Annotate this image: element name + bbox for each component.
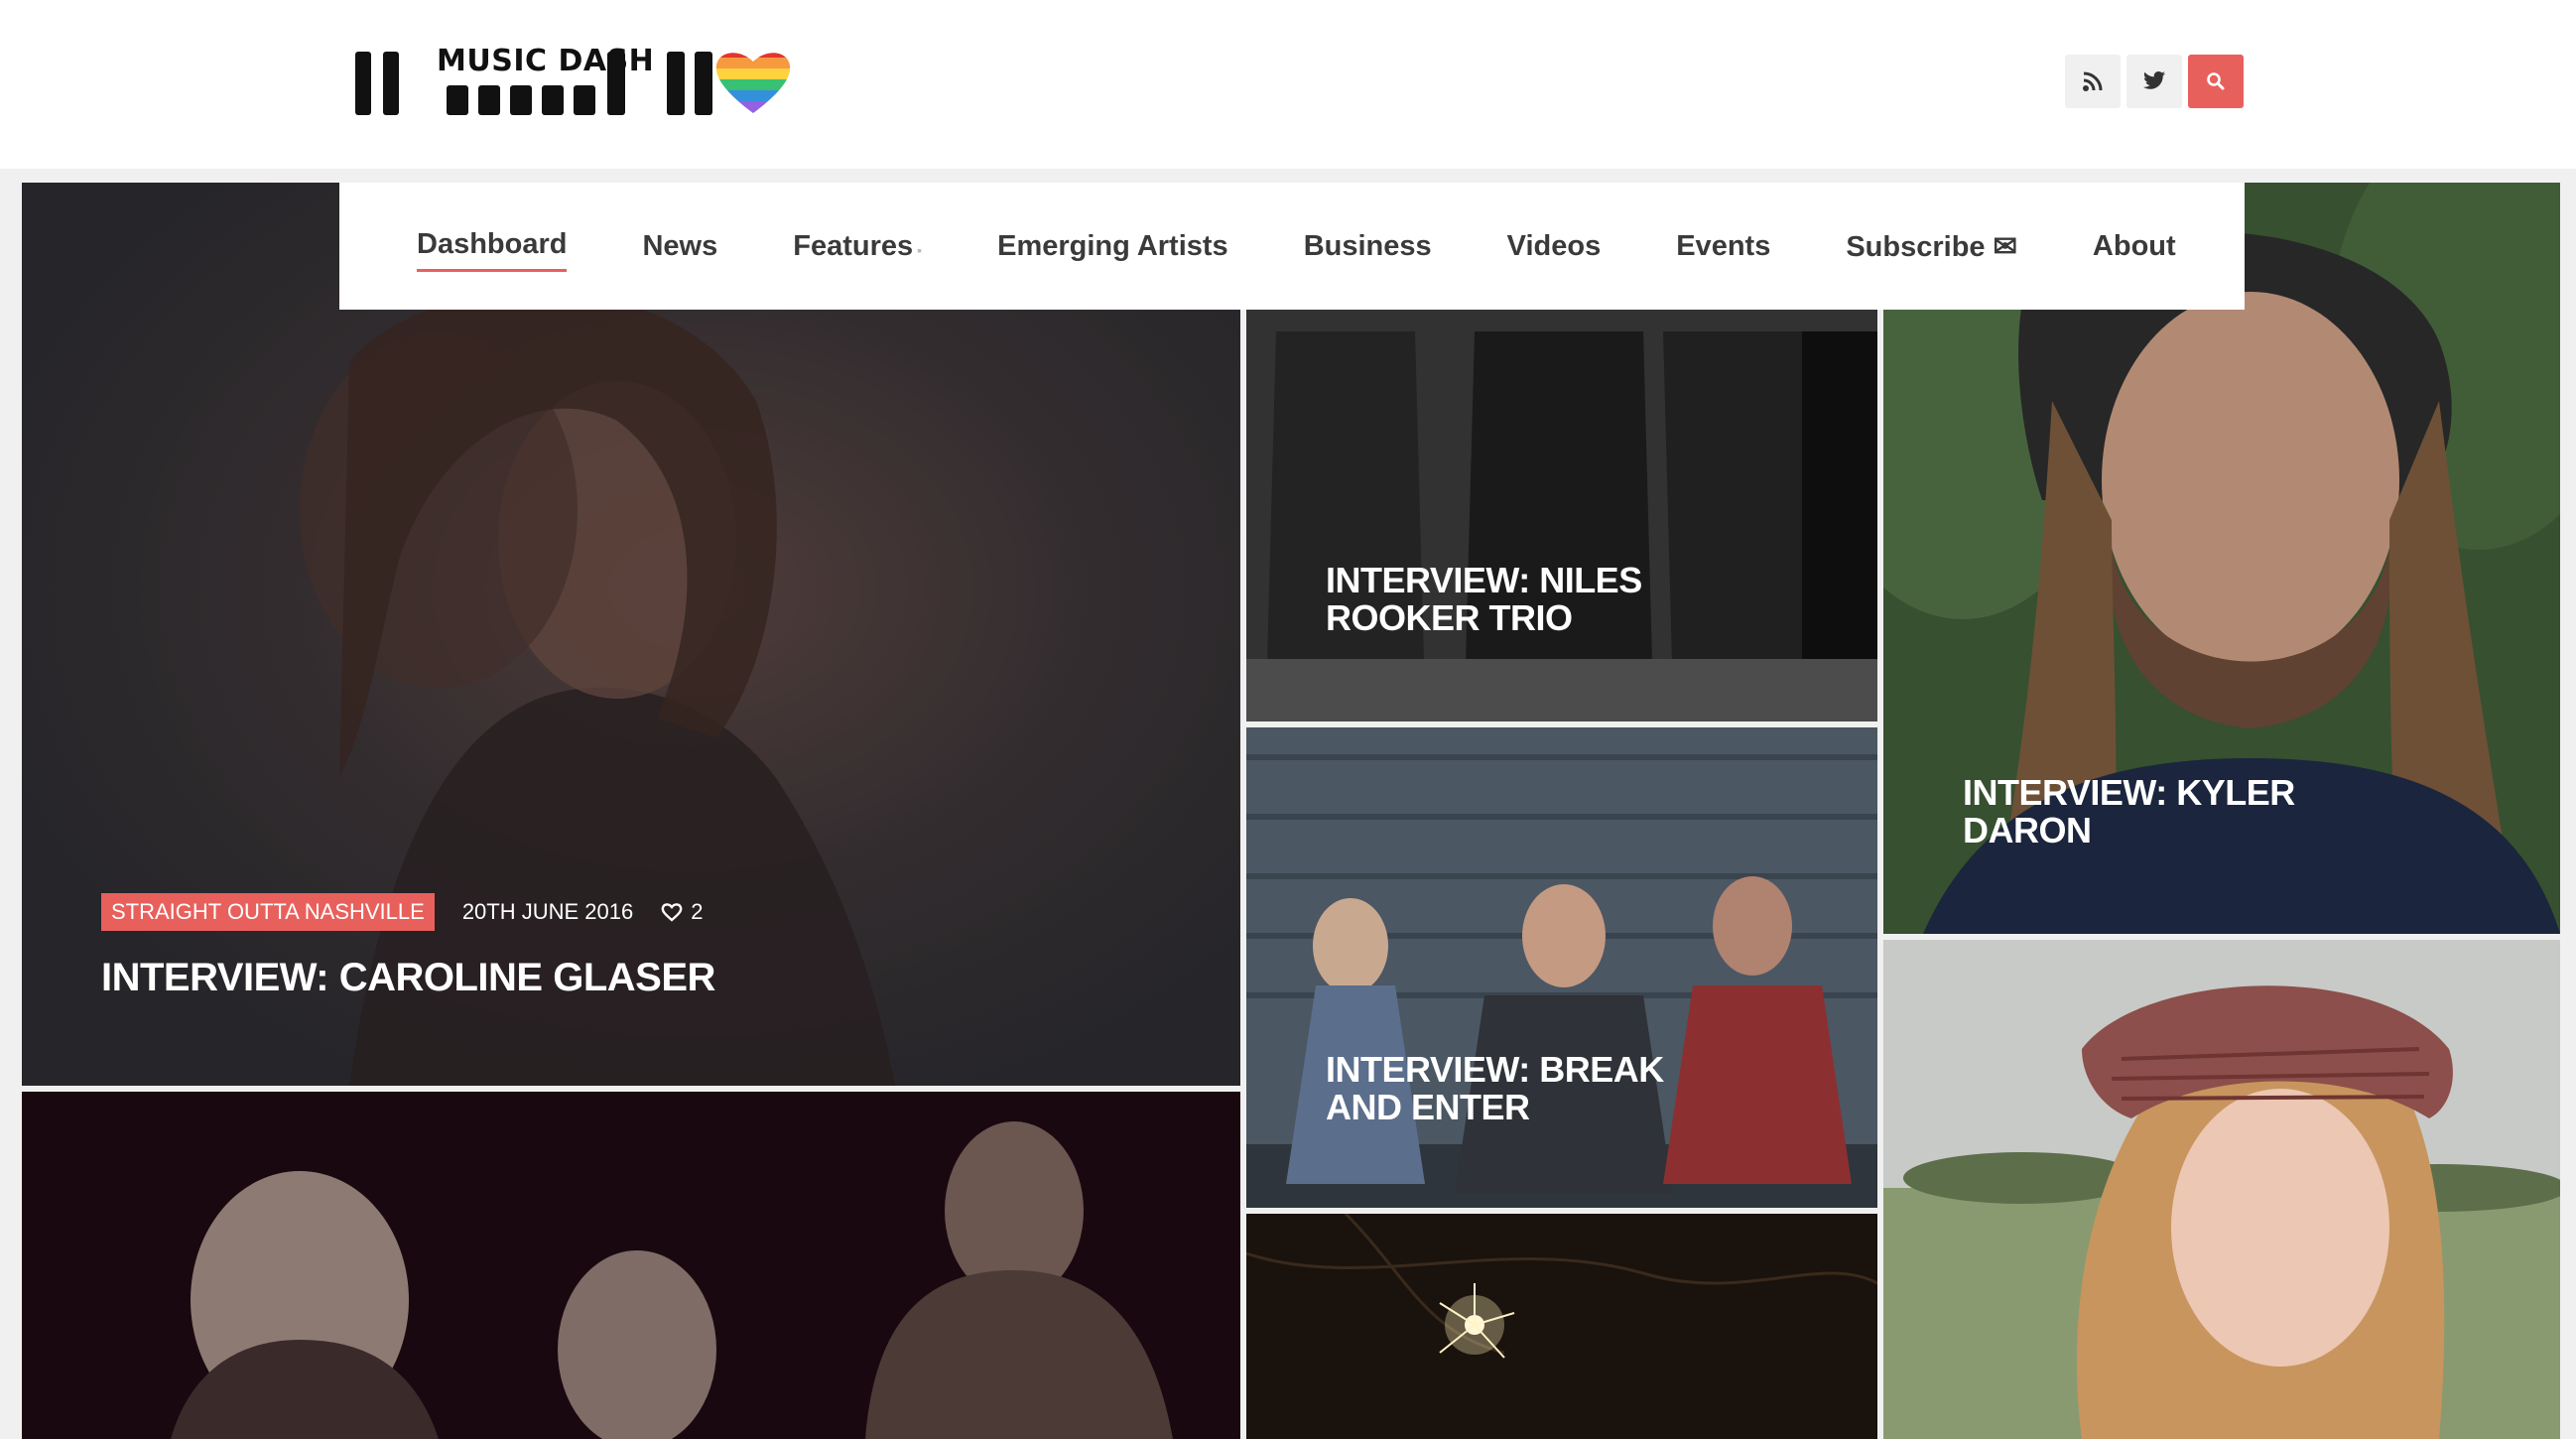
main-nav: Dashboard News Features ▪ Emerging Artist… — [339, 183, 2245, 310]
story-grid: STRAIGHT OUTTA NASHVILLE 20TH JUNE 2016 … — [0, 183, 2576, 1439]
likes-counter[interactable]: 2 — [661, 899, 703, 925]
twitter-icon — [2143, 71, 2165, 89]
story-tile-break[interactable]: INTERVIEW: BREAK AND ENTER — [1246, 727, 1877, 1208]
sparkler-photo — [1246, 1214, 1877, 1439]
featured-story[interactable]: STRAIGHT OUTTA NASHVILLE 20TH JUNE 2016 … — [22, 183, 1240, 1086]
featured-photo — [22, 183, 1240, 1086]
post-date: 20TH JUNE 2016 — [461, 899, 634, 924]
break-photo — [1246, 727, 1877, 1208]
band-photo — [22, 1092, 1240, 1439]
likes-count: 2 — [691, 899, 704, 924]
submenu-indicator-icon: ▪ — [917, 241, 923, 258]
heart-icon — [661, 903, 683, 922]
search-icon — [2207, 72, 2225, 90]
featured-meta: STRAIGHT OUTTA NASHVILLE 20TH JUNE 2016 … — [101, 893, 703, 931]
nav-news[interactable]: News — [642, 222, 717, 271]
story-tile-headband[interactable] — [1883, 940, 2560, 1439]
nav-about[interactable]: About — [2093, 222, 2176, 271]
break-title[interactable]: INTERVIEW: BREAK AND ENTER — [1326, 1051, 1723, 1126]
nav-videos[interactable]: Videos — [1507, 222, 1602, 271]
nav-business[interactable]: Business — [1304, 222, 1432, 271]
site-header: MUSIC DASH — [0, 0, 2576, 169]
rss-button[interactable] — [2065, 55, 2121, 108]
category-badge[interactable]: STRAIGHT OUTTA NASHVILLE — [101, 893, 435, 931]
search-button[interactable] — [2188, 55, 2244, 108]
nav-features-label: Features — [793, 229, 914, 262]
logo-text: MUSIC DASH — [437, 44, 655, 78]
header-icons — [2065, 55, 2244, 108]
story-tile-band[interactable] — [22, 1092, 1240, 1439]
kyler-title[interactable]: INTERVIEW: KYLER DARON — [1963, 774, 2380, 850]
headband-photo — [1883, 940, 2560, 1439]
nav-emerging-artists[interactable]: Emerging Artists — [997, 222, 1228, 271]
featured-title[interactable]: INTERVIEW: CAROLINE GLASER — [101, 957, 715, 998]
nav-events[interactable]: Events — [1676, 222, 1770, 271]
story-tile-sparkler[interactable] — [1246, 1214, 1877, 1439]
twitter-button[interactable] — [2126, 55, 2182, 108]
niles-title[interactable]: INTERVIEW: NILES ROOKER TRIO — [1326, 562, 1802, 637]
site-logo[interactable]: MUSIC DASH — [353, 44, 791, 119]
nav-features[interactable]: Features ▪ — [793, 222, 922, 271]
rss-icon — [2083, 71, 2103, 91]
nav-dashboard[interactable]: Dashboard — [417, 220, 568, 272]
nav-subscribe[interactable]: Subscribe ✉ — [1846, 221, 2017, 272]
